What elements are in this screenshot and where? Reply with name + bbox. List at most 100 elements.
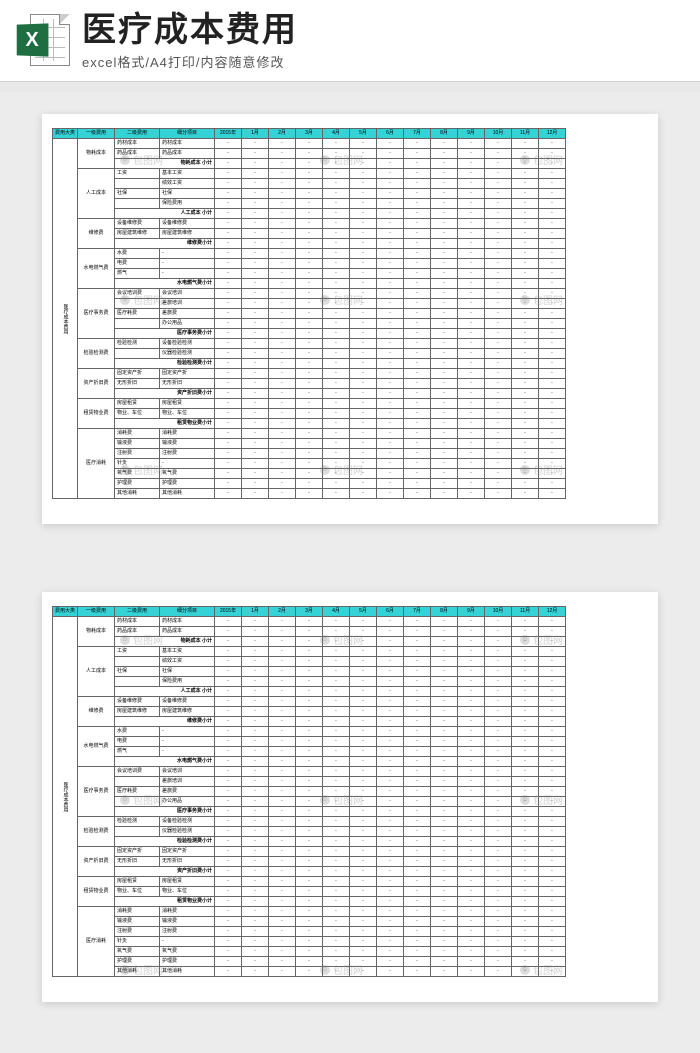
value-cell: [377, 967, 404, 977]
value-cell: [485, 349, 512, 359]
value-cell: [512, 149, 539, 159]
value-cell: [404, 339, 431, 349]
level2-cell: 工资: [115, 647, 160, 657]
value-cell: [377, 459, 404, 469]
value-cell: [404, 219, 431, 229]
value-cell: [350, 617, 377, 627]
column-header: 6月: [377, 607, 404, 617]
value-cell: [539, 439, 566, 449]
value-cell: [404, 309, 431, 319]
column-header: 8月: [431, 607, 458, 617]
value-cell: [431, 737, 458, 747]
subtotal-value-cell: [404, 329, 431, 339]
value-cell: [242, 309, 269, 319]
subtotal-value-cell: [215, 807, 242, 817]
value-cell: [404, 967, 431, 977]
value-cell: [539, 469, 566, 479]
detail-cell: 差旅费: [160, 309, 215, 319]
subtotal-value-cell: [404, 897, 431, 907]
value-cell: [269, 647, 296, 657]
value-cell: [350, 349, 377, 359]
subtotal-label: 资产折旧费小计: [115, 867, 215, 877]
subtotal-value-cell: [512, 687, 539, 697]
value-cell: [404, 727, 431, 737]
value-cell: [458, 189, 485, 199]
value-cell: [269, 149, 296, 159]
level2-cell: 房屋租赁: [115, 399, 160, 409]
table-row: 医疗消耗消耗费消耗费: [53, 429, 566, 439]
subtotal-value-cell: [215, 757, 242, 767]
value-cell: [485, 479, 512, 489]
value-cell: [242, 459, 269, 469]
value-cell: [539, 399, 566, 409]
column-header: 10月: [485, 129, 512, 139]
value-cell: [377, 947, 404, 957]
level2-cell: 注射费: [115, 449, 160, 459]
value-cell: [377, 379, 404, 389]
value-cell: [512, 787, 539, 797]
level2-cell: 社保: [115, 189, 160, 199]
subtotal-value-cell: [215, 279, 242, 289]
value-cell: [458, 827, 485, 837]
value-cell: [458, 449, 485, 459]
subtotal-value-cell: [458, 717, 485, 727]
column-header: 8月: [431, 129, 458, 139]
subtotal-value-cell: [377, 687, 404, 697]
table-row: 房屋建筑维修房屋建筑维修: [53, 229, 566, 239]
value-cell: [350, 877, 377, 887]
value-cell: [431, 179, 458, 189]
value-cell: [323, 857, 350, 867]
subtotal-value-cell: [323, 279, 350, 289]
page-header: X 医疗成本费用 excel格式/A4打印/内容随意修改: [0, 0, 700, 82]
value-cell: [539, 349, 566, 359]
table-row: 水电燃气费水费-: [53, 249, 566, 259]
subtotal-value-cell: [539, 279, 566, 289]
value-cell: [323, 947, 350, 957]
table-row: 社保社保: [53, 189, 566, 199]
value-cell: [269, 459, 296, 469]
value-cell: [485, 707, 512, 717]
level2-cell: [115, 179, 160, 189]
value-cell: [431, 627, 458, 637]
detail-cell: 房屋租赁: [160, 399, 215, 409]
subtotal-row: 物耗成本 小计: [53, 159, 566, 169]
value-cell: [431, 767, 458, 777]
subtotal-value-cell: [539, 837, 566, 847]
value-cell: [350, 967, 377, 977]
value-cell: [296, 299, 323, 309]
value-cell: [512, 857, 539, 867]
detail-cell: 房屋建筑维修: [160, 229, 215, 239]
column-header: 二级费用: [115, 129, 160, 139]
value-cell: [458, 847, 485, 857]
value-cell: [323, 877, 350, 887]
value-cell: [485, 449, 512, 459]
level2-cell: 设备维修费: [115, 697, 160, 707]
value-cell: [377, 229, 404, 239]
value-cell: [431, 269, 458, 279]
level2-cell: [115, 349, 160, 359]
value-cell: [512, 299, 539, 309]
value-cell: [404, 657, 431, 667]
subtotal-value-cell: [242, 329, 269, 339]
value-cell: [404, 169, 431, 179]
column-header: 9月: [458, 129, 485, 139]
subtotal-value-cell: [377, 419, 404, 429]
big-category-cell: 医疗成本费用: [53, 617, 78, 977]
value-cell: [377, 189, 404, 199]
value-cell: [458, 677, 485, 687]
value-cell: [404, 787, 431, 797]
value-cell: [404, 667, 431, 677]
subtotal-value-cell: [377, 897, 404, 907]
value-cell: [269, 627, 296, 637]
subtotal-value-cell: [269, 637, 296, 647]
subtotal-value-cell: [323, 687, 350, 697]
value-cell: [242, 169, 269, 179]
subtotal-value-cell: [431, 807, 458, 817]
value-cell: [215, 657, 242, 667]
value-cell: [269, 877, 296, 887]
value-cell: [485, 399, 512, 409]
subtotal-value-cell: [377, 717, 404, 727]
value-cell: [404, 677, 431, 687]
value-cell: [350, 737, 377, 747]
detail-cell: 绩效工资: [160, 179, 215, 189]
